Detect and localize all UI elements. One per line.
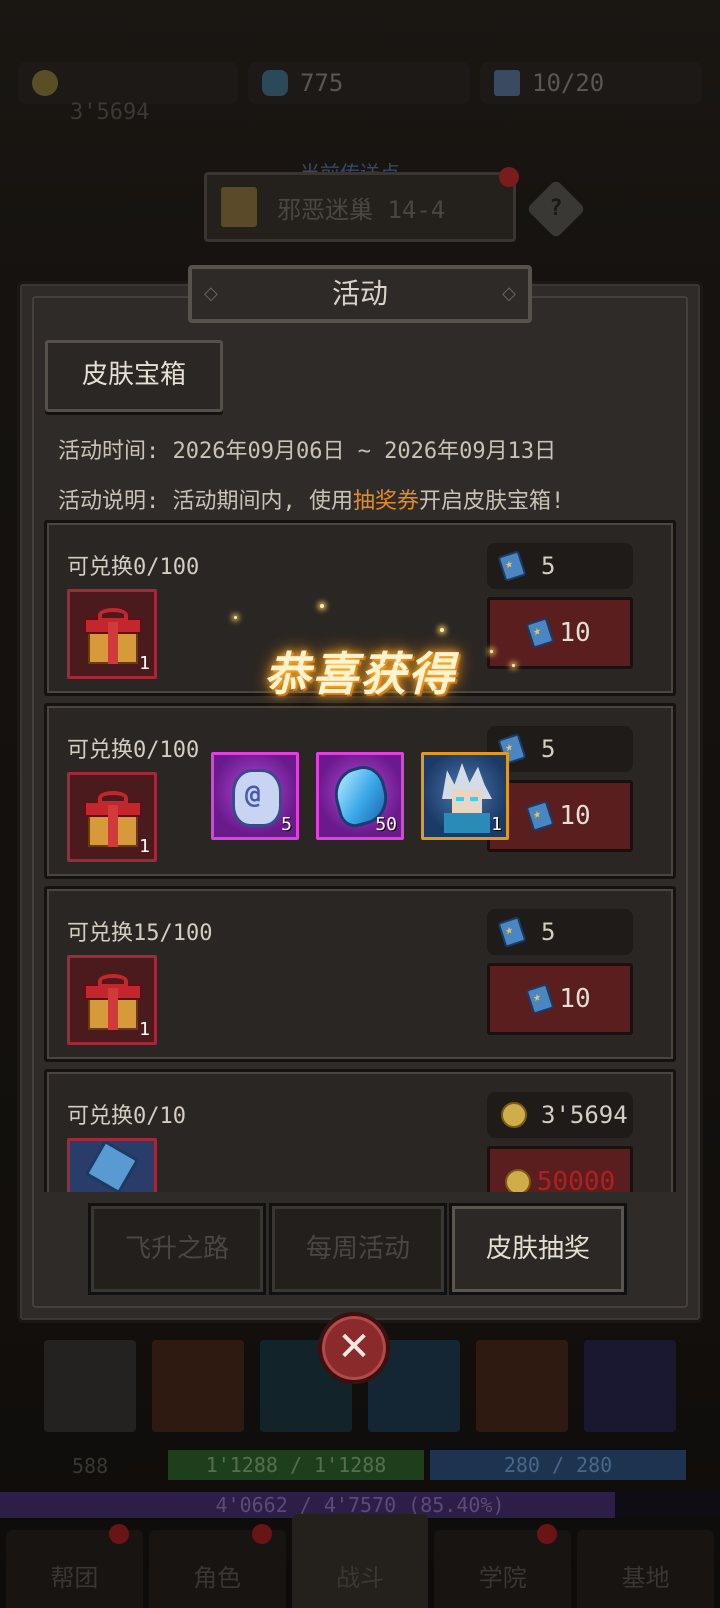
notification-dot — [251, 1524, 272, 1544]
notification-dot — [499, 167, 519, 187]
ticket-icon — [525, 983, 555, 1015]
gem-resource: 775 — [248, 62, 470, 104]
exchange-limit: 可兑换0/10 — [67, 1104, 186, 1129]
ticket-icon — [525, 617, 555, 649]
sparkle — [512, 664, 515, 667]
hp-bar: 1'1288 / 1'1288 — [168, 1450, 424, 1480]
single-cost: 5 — [487, 543, 633, 589]
nav-academy: 学院 — [434, 1524, 572, 1608]
ticket-resource: 10/20 — [480, 62, 702, 104]
teleport-location-button: 邪恶迷巢 14-4 — [204, 172, 516, 242]
exchange-limit: 可兑换15/100 — [67, 921, 213, 946]
help-icon: ? — [526, 179, 586, 239]
buy-button[interactable]: 10 — [487, 963, 633, 1035]
exchange-limit: 可兑换0/100 — [67, 738, 200, 763]
gift-box-icon[interactable]: 1 — [67, 955, 157, 1045]
lottery-ticket-highlight: 抽奖券 — [352, 489, 419, 514]
ticket-icon — [497, 916, 527, 948]
fire-skill-icon — [152, 1340, 244, 1432]
panel-title: 活动 — [188, 265, 532, 323]
single-cost: 5 — [487, 909, 633, 955]
sparkle — [440, 628, 444, 632]
sparkle — [490, 650, 493, 653]
tab-weekly-event[interactable]: 每周活动 — [272, 1206, 444, 1292]
sparkle — [320, 604, 324, 608]
coin-icon — [501, 1102, 527, 1128]
mp-bar: 280 / 280 — [430, 1450, 686, 1480]
exchange-item: 可兑换0/10 3'5694 50000 — [44, 1069, 676, 1192]
nav-battle: 战斗 — [291, 1514, 429, 1608]
buy-button[interactable]: 10 — [487, 597, 633, 669]
arcane-skill-icon — [584, 1340, 676, 1432]
hero-skin-portrait-icon[interactable]: 1 — [421, 752, 509, 840]
sparkle — [234, 616, 237, 619]
tab-skin-chest[interactable]: 皮肤宝箱 — [45, 340, 223, 412]
meteor-skill-icon — [476, 1340, 568, 1432]
notification-dot — [537, 1524, 558, 1544]
event-time: 活动时间: 2026年09月06日 ~ 2026年09月13日 — [58, 439, 557, 464]
hero-portrait — [44, 1340, 136, 1432]
gift-box-icon[interactable]: 1 — [67, 772, 157, 862]
nav-guild: 帮团 — [6, 1524, 143, 1608]
coin-icon — [504, 1169, 531, 1192]
gold-coin-icon — [32, 70, 58, 96]
ticket-icon — [494, 70, 520, 96]
rune-stone-icon[interactable]: 5 — [211, 752, 299, 840]
bottom-navigation: 帮团 角色 战斗 学院 基地 — [0, 1514, 720, 1608]
gem-icon — [262, 70, 288, 96]
reward-title: 恭喜获得 — [264, 647, 456, 701]
exchange-list[interactable]: 可兑换0/100 1 5 10 可兑换0/100 1 5 10 可兑换15/10… — [44, 520, 676, 1192]
ticket-icon — [497, 550, 527, 582]
exchange-limit: 可兑换0/100 — [67, 555, 200, 580]
blue-crystal-icon[interactable]: 50 — [316, 752, 404, 840]
nav-character: 角色 — [148, 1524, 286, 1608]
nav-base: 基地 — [577, 1530, 714, 1608]
close-icon[interactable]: ✕ — [318, 1312, 390, 1384]
tab-ascension-path[interactable]: 飞升之路 — [91, 1206, 263, 1292]
exchange-item: 可兑换15/100 1 5 10 — [44, 886, 676, 1062]
gift-box-icon[interactable]: 1 — [67, 589, 157, 679]
buy-button[interactable]: 50000 — [487, 1146, 633, 1192]
blue-shard-icon[interactable] — [67, 1138, 157, 1192]
gold-amount: 3'5694 — [70, 100, 150, 125]
notification-dot — [108, 1524, 129, 1544]
event-description: 活动说明: 活动期间内, 使用抽奖券开启皮肤宝箱! — [58, 489, 565, 514]
single-cost: 3'5694 — [487, 1092, 633, 1138]
ticket-icon — [525, 800, 555, 832]
gold-resource — [18, 62, 238, 104]
tab-skin-lottery[interactable]: 皮肤抽奖 — [452, 1206, 624, 1292]
map-icon — [221, 187, 257, 227]
player-level: 588 — [72, 1454, 109, 1478]
